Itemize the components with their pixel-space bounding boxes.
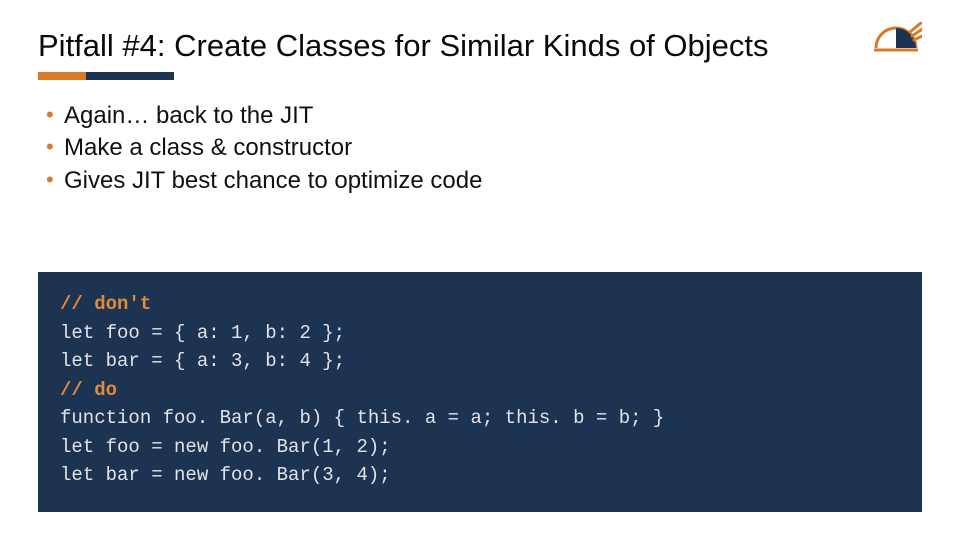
bullet-list: Again… back to the JIT Make a class & co… xyxy=(46,100,922,197)
code-comment: // do xyxy=(60,379,117,401)
bullet-item: Again… back to the JIT xyxy=(46,100,922,132)
slide-title: Pitfall #4: Create Classes for Similar K… xyxy=(38,28,922,64)
bullet-item: Gives JIT best chance to optimize code xyxy=(46,165,922,197)
bullet-item: Make a class & constructor xyxy=(46,132,922,164)
code-line: let bar = { a: 3, b: 4 }; xyxy=(60,347,900,376)
code-block: // don't let foo = { a: 1, b: 2 }; let b… xyxy=(38,272,922,512)
underline-orange xyxy=(38,72,86,80)
code-line: let foo = new foo. Bar(1, 2); xyxy=(60,433,900,462)
code-comment: // don't xyxy=(60,293,151,315)
title-underline xyxy=(38,72,922,80)
code-line: // don't xyxy=(60,290,900,319)
code-line: // do xyxy=(60,376,900,405)
logo-icon xyxy=(870,22,922,74)
code-line: function foo. Bar(a, b) { this. a = a; t… xyxy=(60,404,900,433)
underline-navy xyxy=(86,72,174,80)
code-line: let bar = new foo. Bar(3, 4); xyxy=(60,461,900,490)
code-line: let foo = { a: 1, b: 2 }; xyxy=(60,319,900,348)
slide: Pitfall #4: Create Classes for Similar K… xyxy=(0,0,960,197)
